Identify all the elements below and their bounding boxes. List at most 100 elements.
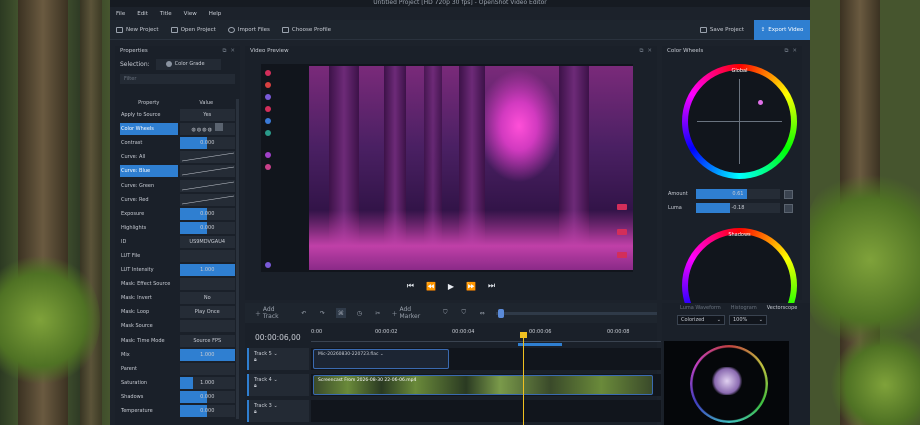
lock-icon[interactable]: 🔒︎ [254,383,257,389]
property-value[interactable]: 0.000 [179,405,235,418]
float-icon[interactable]: ⧉ [639,48,643,55]
property-row[interactable]: Contrast 0.000 [120,136,235,150]
next-marker-icon[interactable]: ⛉ [459,308,468,318]
redo-icon[interactable]: ↷ [318,308,327,318]
close-icon[interactable]: ✕ [647,48,652,55]
track-lane[interactable]: Screencast From 2026-08-30 22-06-06.mp4 [311,374,661,396]
property-value[interactable]: 1.000 [179,348,235,361]
reset-icon[interactable] [214,123,223,132]
track-4[interactable]: Track 4 ⌄ 🔒︎ Screencast From 2026-08-30 2… [247,374,661,396]
property-row[interactable]: LUT Intensity 1.000 [120,263,235,277]
fast-forward-icon[interactable]: ⏩ [466,282,476,291]
wheel-handle[interactable] [758,100,763,105]
property-row[interactable]: Saturation 1.000 [120,376,235,390]
tab-histogram[interactable]: Histogram [731,305,757,311]
add-track-button[interactable]: ＋ Add Track [255,306,290,320]
jump-start-icon[interactable]: ⏮ [407,281,414,291]
save-project-button[interactable]: Save Project [694,23,750,37]
property-value[interactable] [179,362,235,375]
rewind-icon[interactable]: ⏪ [426,282,436,291]
razor-icon[interactable]: ✂ [373,308,382,318]
property-value[interactable]: 0.000 [179,221,235,234]
global-color-wheel[interactable]: Global [682,64,797,179]
property-value[interactable] [179,179,235,192]
add-marker-button[interactable]: ＋ Add Marker [392,306,432,320]
scope-mode-dropdown[interactable]: Colorized ⌄ [677,315,725,325]
property-row[interactable]: ID US9MDVGAU4 [120,235,235,249]
property-row[interactable]: Shadows 0.000 [120,390,235,404]
menu-file[interactable]: File [116,11,125,17]
property-value[interactable]: ◍◍◍◍ [179,123,235,136]
property-row[interactable]: Exposure 0.000 [120,207,235,221]
property-row[interactable]: Mask: Loop Play Once [120,305,235,319]
close-icon[interactable]: ✕ [230,48,235,55]
property-value[interactable]: 0.000 [179,390,235,403]
reset-button[interactable] [784,189,793,199]
menu-edit[interactable]: Edit [137,11,148,17]
property-value[interactable] [179,193,235,206]
property-row[interactable]: Curve: Green [120,178,235,192]
snap-icon[interactable]: ⌘ [336,308,346,318]
import-files-button[interactable]: Import Files [222,23,276,37]
filter-input[interactable]: Filter [120,74,235,84]
menu-help[interactable]: Help [209,11,222,17]
property-row[interactable]: Mask: Effect Source [120,277,235,291]
property-value[interactable] [179,320,235,333]
audio-clip[interactable]: Mic-20260830-220723.flac ⌄ [313,349,449,369]
property-row[interactable]: Temperature 0.000 [120,404,235,418]
property-row[interactable]: Highlights 0.000 [120,221,235,235]
open-project-button[interactable]: Open Project [165,23,222,37]
export-video-button[interactable]: ⇪ Export Video [754,20,810,40]
properties-scrollbar[interactable] [236,99,239,419]
reset-button[interactable] [784,203,793,213]
selection-range[interactable] [518,343,562,346]
property-value[interactable] [179,278,235,291]
close-icon[interactable]: ✕ [792,48,797,55]
property-value[interactable]: Source FPS [179,334,235,347]
menu-title[interactable]: Title [160,11,172,17]
lock-icon[interactable]: 🔒︎ [254,357,257,363]
property-value[interactable] [179,151,235,164]
property-value[interactable]: Yes [179,109,235,122]
tab-vectorscope[interactable]: Vectorscope [767,305,798,311]
property-row[interactable]: Mix 1.000 [120,348,235,362]
property-value[interactable]: 1.000 [179,264,235,277]
property-value[interactable]: 0.000 [179,207,235,220]
property-row[interactable]: Mask: Time Mode Source FPS [120,334,235,348]
track-lane[interactable] [311,400,661,422]
jump-end-icon[interactable]: ⏭ [488,281,495,291]
property-value[interactable]: 0.000 [179,137,235,150]
property-row[interactable]: Parent [120,362,235,376]
center-playhead-icon[interactable]: ⇔ [477,308,486,318]
undo-icon[interactable]: ↶ [299,308,308,318]
property-value[interactable]: Play Once [179,306,235,319]
previous-marker-icon[interactable]: ⛉ [441,308,450,318]
lock-icon[interactable]: 🔒︎ [254,409,257,415]
property-row[interactable]: Mask: Invert No [120,291,235,305]
menu-view[interactable]: View [184,11,197,17]
track-3[interactable]: Track 3 ⌄ 🔒︎ [247,400,661,422]
playhead-line[interactable] [523,335,524,425]
zoom-slider[interactable] [495,308,657,318]
property-value[interactable] [179,249,235,262]
track-lane[interactable]: Mic-20260830-220723.flac ⌄ [311,348,661,370]
play-icon[interactable]: ▶ [448,282,454,291]
property-row[interactable]: Mask Source [120,319,235,333]
choose-profile-button[interactable]: Choose Profile [276,23,337,37]
amount-slider[interactable]: 0.61 [695,189,781,199]
selection-dropdown[interactable]: Color Grade [155,58,221,70]
property-row[interactable]: Apply to Source Yes [120,108,235,122]
property-row[interactable]: Curve: Blue [120,164,235,178]
property-row[interactable]: Curve: All [120,150,235,164]
float-icon[interactable]: ⧉ [222,48,226,55]
property-row[interactable]: Curve: Red [120,193,235,207]
track-5[interactable]: Track 5 ⌄ 🔒︎ Mic-20260830-220723.flac ⌄ [247,348,661,370]
property-value[interactable]: No [179,292,235,305]
tab-luma-waveform[interactable]: Luma Waveform [680,305,721,311]
time-ruler[interactable]: 0:00 00:00:02 00:00:04 00:00:06 00:00:08 [311,327,661,347]
video-clip[interactable]: Screencast From 2026-08-30 22-06-06.mp4 [313,375,653,395]
property-value[interactable] [179,165,235,178]
property-value[interactable]: US9MDVGAU4 [179,235,235,248]
new-project-button[interactable]: New Project [110,23,165,37]
property-row[interactable]: LUT File [120,249,235,263]
